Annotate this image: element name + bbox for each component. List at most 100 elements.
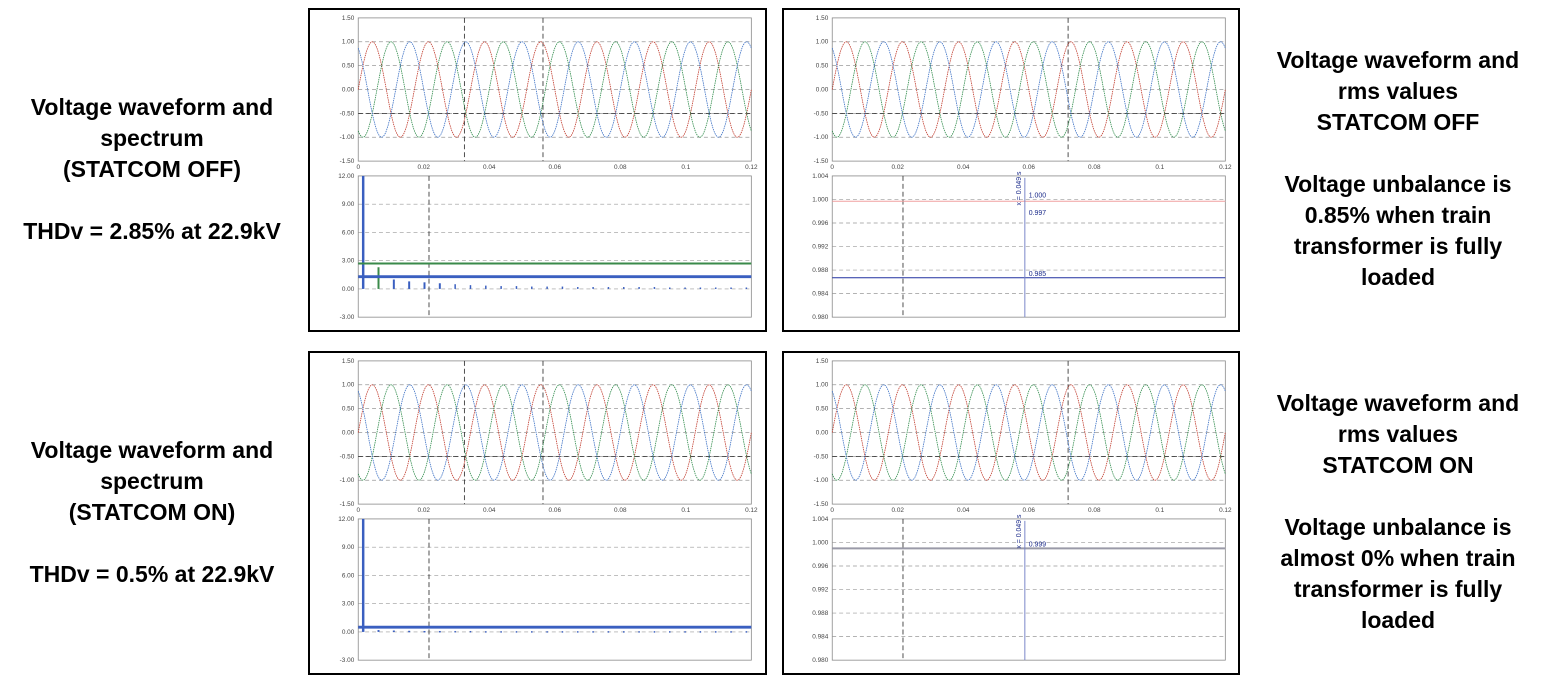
cursor-time-label: x = 0.049 s xyxy=(1016,171,1023,206)
y-tick-label: 3.00 xyxy=(342,258,355,265)
x-tick-label: 0.04 xyxy=(483,507,496,514)
harmonic-bar xyxy=(653,631,656,633)
panel-waveform-rms-on: 1.50 1.00 0.50 0.00 -0.50 -1.00 -1.50 0 0.02 0.04… xyxy=(782,351,1240,675)
harmonic-bar xyxy=(438,283,441,289)
x-tick-label: 0 xyxy=(830,164,834,171)
harmonic-bar xyxy=(408,281,411,289)
harmonic-bar xyxy=(485,285,487,289)
x-tick-label: 0.02 xyxy=(892,507,905,514)
rms-marker-label: 1.000 xyxy=(1029,192,1046,199)
x-tick-label: 0.12 xyxy=(745,164,758,171)
harmonic-bar xyxy=(699,631,702,633)
x-tick-label: 0.04 xyxy=(483,164,496,171)
harmonic-bar xyxy=(607,631,610,633)
harmonic-bar xyxy=(745,287,748,289)
y-tick-label: 0.00 xyxy=(342,629,355,636)
x-tick-label: 0.02 xyxy=(418,164,431,171)
harmonic-bar xyxy=(592,287,594,289)
harmonic-bar xyxy=(361,175,365,289)
harmonic-bar xyxy=(423,282,426,289)
y-tick-label: 1.000 xyxy=(812,196,828,203)
y-tick-label: 6.00 xyxy=(342,572,355,579)
y-tick-label: -1.50 xyxy=(814,158,829,165)
x-tick-label: 0.12 xyxy=(1219,164,1232,171)
y-tick-label: 3.00 xyxy=(342,601,355,608)
harmonic-bar xyxy=(745,631,748,633)
caption-right-statcom-on: Voltage waveform and rms values STATCOM … xyxy=(1276,390,1520,633)
y-tick-label: 0.50 xyxy=(342,406,355,413)
chart-rms-top-right: 1.004 1.000 0.996 0.992 0.988 0.984 0.980 x = 0… xyxy=(812,171,1226,321)
harmonic-bar xyxy=(638,287,640,289)
plot-area xyxy=(357,518,752,661)
x-tick-label: 0.04 xyxy=(957,507,970,514)
panel-svg: 1.50 1.00 0.50 0.00 -0.50 -1.00 -1.500 0.02 0.04… xyxy=(812,15,1232,321)
harmonic-bar xyxy=(392,630,395,632)
chart-waveform-top-left: 1.50 1.00 0.50 0.00 -0.50 -1.00 -1.500 0.02 0.04… xyxy=(340,15,758,171)
harmonic-bar xyxy=(561,631,564,633)
harmonic-bar xyxy=(592,631,594,633)
rms-marker-label: 0.985 xyxy=(1029,271,1046,278)
chart-spectrum-bottom-left: 12.00 9.00 6.00 3.00 0.00 -3.00 xyxy=(338,516,752,664)
rms-marker-label: 0.999 xyxy=(1029,541,1046,548)
y-tick-label: -1.50 xyxy=(340,158,355,165)
harmonic-bar xyxy=(638,631,640,633)
y-tick-label: -1.50 xyxy=(814,501,829,508)
x-tick-label: 0 xyxy=(356,164,360,171)
y-tick-label: 0.992 xyxy=(812,244,828,251)
harmonic-bar xyxy=(531,631,533,633)
harmonic-bar xyxy=(546,631,548,633)
harmonic-bar xyxy=(669,287,671,289)
x-tick-label: 0.1 xyxy=(681,507,690,514)
y-tick-label: 0.00 xyxy=(342,429,355,436)
y-tick-label: 0.996 xyxy=(812,220,828,227)
y-tick-label: 0.980 xyxy=(812,314,828,321)
x-tick-label: 0.06 xyxy=(1023,507,1036,514)
x-tick-label: 0.08 xyxy=(1088,507,1101,514)
y-tick-label: -3.00 xyxy=(340,657,355,664)
harmonic-bar xyxy=(714,287,717,289)
x-tick-label: 0.08 xyxy=(614,507,627,514)
x-tick-label: 0.04 xyxy=(957,164,970,171)
y-tick-label: 1.00 xyxy=(342,39,355,46)
harmonic-bar xyxy=(392,279,395,289)
harmonic-bar xyxy=(669,631,671,633)
harmonic-bar xyxy=(531,286,533,289)
y-tick-label: 1.50 xyxy=(342,358,355,365)
y-tick-label: 0.980 xyxy=(812,657,828,664)
harmonic-bar xyxy=(377,630,380,632)
harmonic-bar xyxy=(714,631,717,633)
y-tick-label: -1.00 xyxy=(340,477,355,484)
y-tick-label: 1.00 xyxy=(816,382,829,389)
harmonic-bar xyxy=(653,287,656,289)
harmonic-bar xyxy=(361,518,365,632)
y-tick-label: 1.00 xyxy=(342,382,355,389)
y-tick-label: 1.50 xyxy=(816,358,829,365)
x-tick-label: 0.12 xyxy=(1219,507,1232,514)
x-tick-label: 0.06 xyxy=(549,164,562,171)
harmonic-bar xyxy=(623,287,625,289)
x-tick-label: 0 xyxy=(356,507,360,514)
x-tick-label: 0.06 xyxy=(1023,164,1036,171)
y-tick-label: 0.984 xyxy=(812,291,828,298)
y-tick-label: 0.984 xyxy=(812,634,828,641)
harmonic-bar xyxy=(469,285,472,289)
harmonic-bar xyxy=(577,287,579,289)
x-tick-label: 0.08 xyxy=(614,164,627,171)
y-tick-label: 0.50 xyxy=(816,63,829,70)
caption-right-statcom-off: Voltage waveform and rms values STATCOM … xyxy=(1276,47,1520,290)
panel-waveform-spectrum-on: 1.50 1.00 0.50 0.00 -0.50 -1.00 -1.50 0 0.02 0.04… xyxy=(308,351,767,675)
harmonic-bar xyxy=(515,286,518,289)
y-tick-label: -1.00 xyxy=(814,134,829,141)
x-tick-label: 0.1 xyxy=(1155,507,1164,514)
y-tick-label: 0.00 xyxy=(342,86,355,93)
harmonic-bar xyxy=(577,631,579,633)
y-tick-label: 12.00 xyxy=(338,173,354,180)
harmonic-bar xyxy=(408,630,411,633)
y-tick-label: 1.50 xyxy=(816,15,829,22)
y-tick-label: 0.50 xyxy=(816,406,829,413)
y-tick-label: -0.50 xyxy=(814,453,829,460)
harmonic-bar xyxy=(500,631,502,633)
harmonic-bar xyxy=(485,631,487,633)
harmonic-bar xyxy=(546,286,548,289)
y-tick-label: -1.00 xyxy=(340,134,355,141)
